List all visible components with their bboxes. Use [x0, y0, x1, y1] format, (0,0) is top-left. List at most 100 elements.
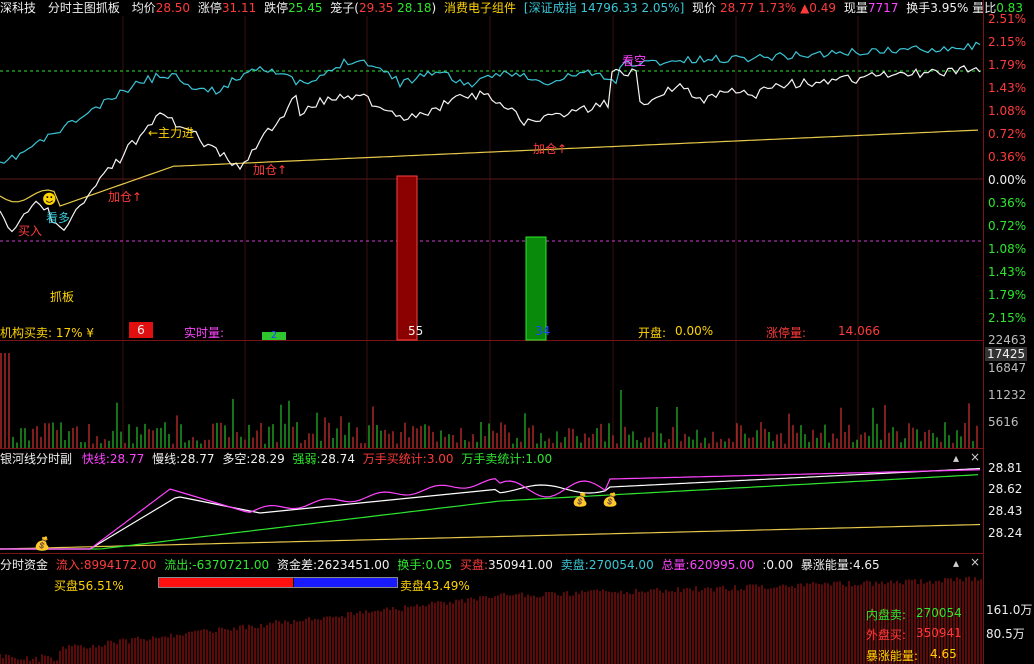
annotation-add-position: 加仓↑	[108, 190, 143, 204]
main-chart-svg	[0, 16, 983, 341]
limit-amt-label: 涨停量:	[766, 326, 807, 340]
indicator-name[interactable]: 分时主图抓板	[48, 1, 120, 15]
annotation-buy: 买入	[18, 224, 43, 238]
sell-ratio-fill	[293, 578, 397, 587]
fund-panel[interactable]: 分时资金 流入:8994172.00 流出:-6370721.00 资金差:26…	[0, 554, 983, 664]
vol-value: 7717	[867, 1, 899, 15]
open-value: 0.00%	[675, 324, 714, 338]
sell-value: 270054.00	[588, 558, 654, 572]
turn-value: 0.05	[425, 558, 453, 572]
sector-name[interactable]: 消费电子组件	[444, 1, 516, 15]
buy-value: 350941.00	[488, 558, 553, 572]
outer-value: 350941	[916, 626, 962, 640]
stock-name[interactable]: 深科技	[0, 1, 36, 15]
bar-value-34: 34	[535, 324, 551, 338]
close-icon[interactable]: ×	[970, 450, 980, 464]
surge-value: 4.65	[852, 558, 880, 572]
ma-axis-label: 28.81	[988, 461, 1023, 475]
axis-label: 2.15%	[988, 311, 1027, 325]
limit-amt-value: 14.066	[838, 324, 880, 338]
turn-label: 换手:	[397, 558, 426, 572]
axis-label: 1.08%	[988, 242, 1027, 256]
vol-axis-label: 11232	[988, 388, 1027, 402]
panel-menu-icon[interactable]: ▴	[953, 451, 959, 465]
sell-stat-value: 1.00	[525, 452, 553, 466]
small-bar-value: 2	[262, 331, 286, 341]
inner-label: 内盘卖:	[866, 608, 907, 622]
annotation-watch-up: 看多	[46, 211, 71, 225]
open-label: 开盘:	[638, 326, 667, 340]
ma-legend: 银河线分时副 快线:28.77 慢线:28.77 多空:28.29 强弱:28.…	[0, 450, 552, 467]
fund-legend: 分时资金 流入:8994172.00 流出:-6370721.00 资金差:26…	[0, 556, 880, 573]
annotation-add-position: 加仓↑	[533, 142, 568, 156]
main-chart-panel[interactable]: ←主力进 加仓↑ 加仓↑ 加仓↑ 买入 看多 ☻ 看空 抓板 机构买卖: 17%…	[0, 16, 983, 341]
axis-label: 1.79%	[988, 58, 1027, 72]
money-bag-icon: 💰	[34, 537, 51, 552]
inst-box: 6	[129, 322, 153, 338]
avg-label: 均价	[131, 1, 156, 15]
buy-stat-value: 3.00	[426, 452, 454, 466]
avg-price-line	[0, 129, 979, 207]
cage-low: 29.35	[358, 1, 394, 15]
in-value: 8994172.00	[83, 558, 157, 572]
strong-label: 强弱:	[292, 452, 321, 466]
price-label: 现价	[692, 1, 717, 15]
vol-axis-label: 5616	[988, 415, 1019, 429]
header-bar: 深科技 分时主图抓板 均价28.50 涨停31.11 跌停25.45 笼子(29…	[0, 0, 1023, 16]
avg-value: 28.50	[155, 1, 191, 15]
axis-label: 1.79%	[988, 288, 1027, 302]
ma-panel[interactable]: 银河线分时副 快线:28.77 慢线:28.77 多空:28.29 强弱:28.…	[0, 449, 983, 554]
axis-label: 2.15%	[988, 35, 1027, 49]
ma-axis-label: 28.43	[988, 504, 1023, 518]
fast-label: 快线:	[81, 452, 110, 466]
fast-value: 28.77	[109, 452, 145, 466]
axis-label: 0.00%	[988, 173, 1027, 187]
vol-label: 现量	[843, 1, 868, 15]
fund-title[interactable]: 分时资金	[0, 558, 48, 572]
volume-panel[interactable]	[0, 341, 983, 449]
realtime-label: 实时量:	[184, 326, 225, 340]
cage-high: 28.18	[397, 1, 432, 15]
total-label: 总量:	[661, 558, 690, 572]
axis-label: 1.43%	[988, 265, 1027, 279]
annotation-sell-hint: 看空	[622, 54, 647, 68]
cage-close: )	[431, 1, 437, 15]
buy-pct-label: 买盘56.51%	[54, 579, 124, 593]
total-value: 620995.00	[689, 558, 755, 572]
fund-axis-label: 161.0万	[986, 603, 1033, 617]
panel-menu-icon[interactable]: ▴	[953, 556, 959, 570]
volume-chart-svg	[0, 341, 978, 448]
pct-value: 1.73%	[758, 1, 797, 15]
axis-label: 1.43%	[988, 81, 1027, 95]
sell-label: 卖盘:	[560, 558, 589, 572]
turnover-value: 3.95%	[930, 1, 969, 15]
price-value: 28.77	[719, 1, 755, 15]
index-quote[interactable]: [深证成指 14796.33 2.05%]	[524, 1, 684, 15]
vol-axis-label: 16847	[988, 361, 1027, 375]
surge2-label: 暴涨能量:	[866, 649, 919, 663]
surge2-value: 4.65	[930, 647, 957, 661]
axis-label: 0.72%	[988, 219, 1027, 233]
buy-ratio-fill	[159, 578, 294, 587]
change-value: ▲0.49	[800, 1, 837, 15]
inst-buy-bar	[396, 175, 418, 341]
slow-value: 28.77	[180, 452, 215, 466]
axis-label: 1.08%	[988, 104, 1027, 118]
in-label: 流入:	[55, 558, 84, 572]
ma-bull-line	[0, 523, 981, 550]
buy-label: 买盘:	[459, 558, 489, 572]
bar-value-55: 55	[408, 324, 424, 338]
sell-stat-label: 万手卖统计:	[461, 452, 526, 466]
ma-strong-line	[0, 474, 979, 550]
vol-axis-current: 17425	[985, 347, 1028, 361]
vol-axis-label: 22463	[988, 333, 1027, 347]
close-icon[interactable]: ×	[970, 555, 980, 569]
money-bag-icon: 💰	[602, 493, 619, 508]
limit-down-value: 25.45	[288, 1, 323, 15]
buy-sell-ratio-bar	[158, 577, 398, 588]
surge-label: 暴涨能量:	[800, 558, 853, 572]
limit-down-label: 跌停	[264, 1, 289, 15]
turnover-label: 换手	[906, 1, 931, 15]
ma-title[interactable]: 银河线分时副	[0, 452, 72, 466]
bull-label: 多空:	[222, 452, 251, 466]
